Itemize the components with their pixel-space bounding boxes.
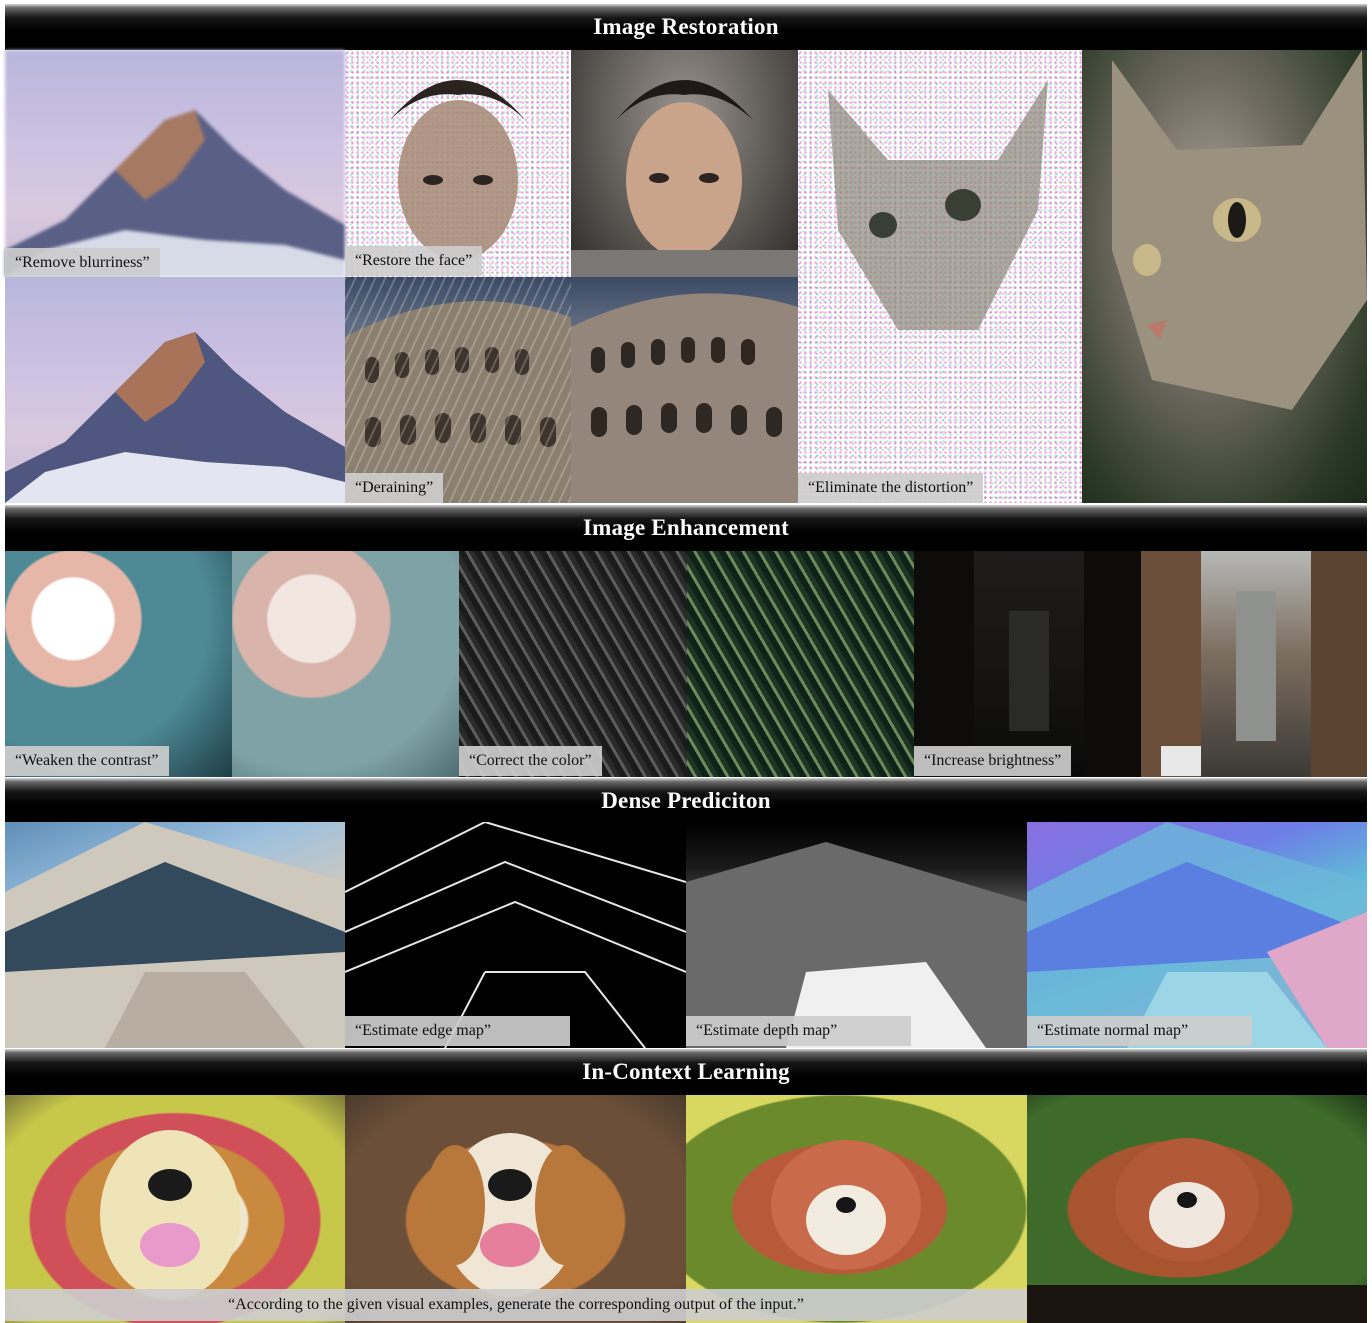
bridge-dark-image: [914, 551, 1141, 777]
caption-eliminate-distortion: “Eliminate the distortion”: [798, 473, 984, 503]
section-title: In-Context Learning: [582, 1059, 790, 1084]
cat-clean-image: [1082, 50, 1367, 503]
caption-icl-instruction: “According to the given visual examples,…: [5, 1289, 1027, 1321]
palm-gray-image: [459, 551, 687, 777]
caption-deraining: “Deraining”: [345, 473, 444, 503]
section-title: Image Restoration: [593, 14, 779, 39]
caption-estimate-edge: “Estimate edge map”: [345, 1016, 570, 1046]
red-panda-photo-image: [1027, 1095, 1367, 1323]
palm-color-image: [687, 551, 914, 777]
mountain-blurry-image: [5, 50, 345, 277]
caption-increase-brightness: “Increase brightness”: [914, 746, 1072, 776]
colosseum-rainy-image: [345, 277, 571, 503]
caption-remove-blurriness: “Remove blurriness”: [5, 248, 160, 278]
caption-estimate-depth: “Estimate depth map”: [686, 1016, 911, 1046]
section-header-enhancement: Image Enhancement: [5, 505, 1367, 551]
caption-estimate-normal: “Estimate normal map”: [1027, 1016, 1252, 1046]
caption-weaken-contrast: “Weaken the contrast”: [5, 746, 169, 776]
mountain-sharp-image: [5, 277, 345, 503]
building-normal-map-image: [1027, 822, 1367, 1048]
cat-noisy-image: [798, 50, 1082, 503]
section-header-icl: In-Context Learning: [5, 1049, 1367, 1095]
section-header-restoration: Image Restoration: [5, 4, 1367, 50]
building-depth-map-image: [686, 822, 1027, 1048]
blossom-high-contrast-image: [5, 551, 232, 777]
building-edge-map-image: [345, 822, 686, 1048]
bridge-bright-image: [1141, 551, 1367, 777]
caption-correct-color: “Correct the color”: [459, 746, 602, 776]
blossom-low-contrast-image: [232, 551, 459, 777]
section-title: Image Enhancement: [583, 515, 789, 540]
caption-restore-face: “Restore the face”: [345, 246, 483, 276]
building-photo-image: [5, 822, 345, 1048]
section-header-dense: Dense Prediciton: [5, 778, 1367, 824]
face-restored-image: [571, 50, 798, 277]
colosseum-clean-image: [571, 277, 798, 503]
face-degraded-image: [345, 50, 571, 277]
section-title: Dense Prediciton: [601, 788, 771, 813]
